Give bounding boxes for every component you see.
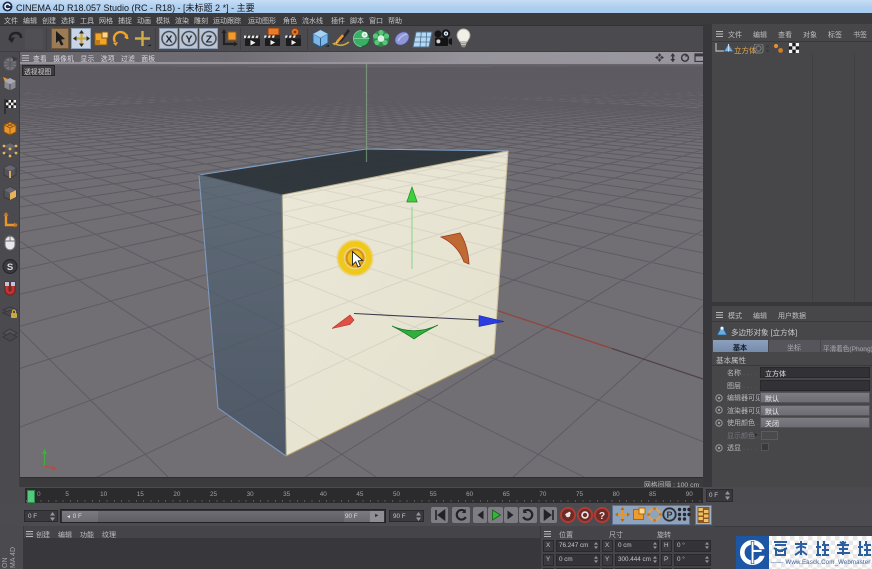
- svg-text:P: P: [666, 510, 672, 520]
- svg-text:X: X: [165, 33, 172, 45]
- svg-text:Y: Y: [185, 33, 192, 45]
- svg-text:S: S: [7, 262, 13, 273]
- svg-text:?: ?: [599, 511, 605, 522]
- svg-text:Z: Z: [206, 33, 213, 45]
